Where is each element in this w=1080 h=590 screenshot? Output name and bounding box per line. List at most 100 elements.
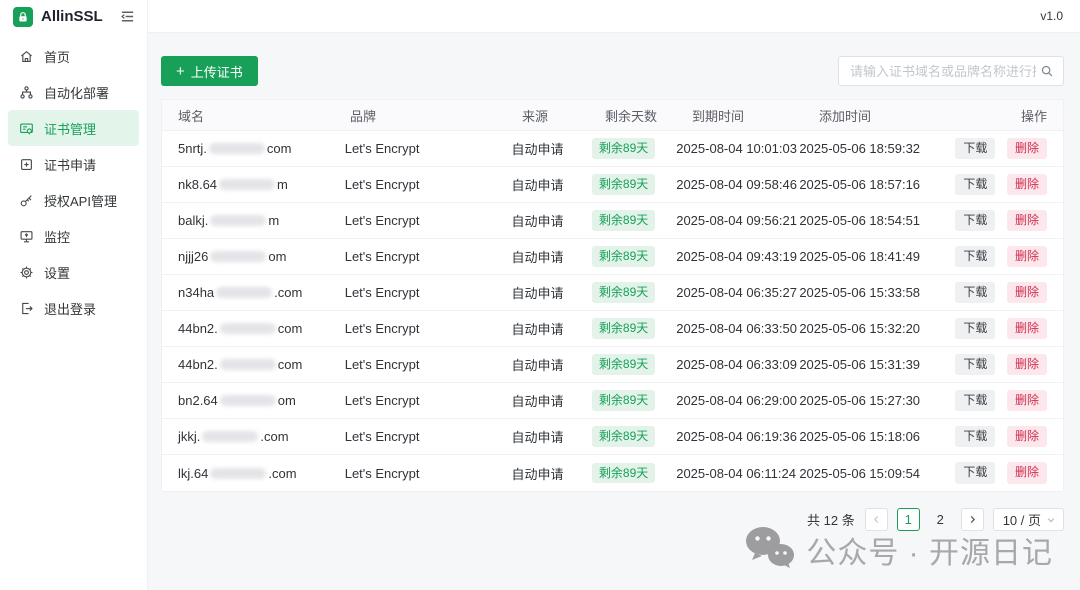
app-logo-lock-icon xyxy=(13,7,33,27)
sidebar-item-logout[interactable]: 退出登录 xyxy=(8,290,139,326)
watermark-text: 公众号 · 开源日记 xyxy=(806,528,1053,572)
domain-blur-patch xyxy=(219,179,275,190)
cell-source: 自动申请 xyxy=(511,247,591,266)
sidebar-item-home[interactable]: 首页 xyxy=(8,38,139,74)
cell-domain: nk8.64m xyxy=(162,177,345,192)
cell-brand: Let's Encrypt xyxy=(345,141,512,156)
logout-icon xyxy=(19,301,34,316)
cell-actions: 下载 删除 xyxy=(955,246,1063,267)
sidebar-item-cert-manage[interactable]: 证书管理 xyxy=(8,110,139,146)
table-row: 44bn2.com Let's Encrypt 自动申请 剩余89天 2025-… xyxy=(162,311,1063,347)
domain-prefix: 44bn2. xyxy=(178,357,218,372)
gear-icon xyxy=(19,265,34,280)
cell-source: 自动申请 xyxy=(511,175,591,194)
sidebar-menu: 首页 自动化部署 证书管理 证书申请 授权API管理 监控 设置 退出登录 xyxy=(0,33,147,326)
table-row: 44bn2.com Let's Encrypt 自动申请 剩余89天 2025-… xyxy=(162,347,1063,383)
cell-brand: Let's Encrypt xyxy=(345,213,512,228)
sidebar-item-monitor[interactable]: 监控 xyxy=(8,218,139,254)
cell-source: 自动申请 xyxy=(511,464,591,483)
domain-prefix: balkj. xyxy=(178,213,208,228)
domain-suffix: .com xyxy=(268,466,296,481)
cell-days-left: 剩余89天 xyxy=(592,426,676,446)
cell-actions: 下载 删除 xyxy=(955,210,1063,231)
cell-added-time: 2025-05-06 15:33:58 xyxy=(799,285,955,300)
col-expire-time: 到期时间 xyxy=(692,106,819,125)
sidebar-item-cert-apply[interactable]: 证书申请 xyxy=(8,146,139,182)
delete-button[interactable]: 删除 xyxy=(1007,246,1047,267)
download-button[interactable]: 下载 xyxy=(955,282,995,303)
days-left-badge: 剩余89天 xyxy=(592,282,655,302)
download-button[interactable]: 下载 xyxy=(955,138,995,159)
download-button[interactable]: 下载 xyxy=(955,426,995,447)
sidebar-item-label: 设置 xyxy=(44,263,70,282)
cell-domain: lkj.64 .com xyxy=(162,466,345,481)
cell-expire-time: 2025-08-04 06:33:09 xyxy=(676,357,799,372)
wechat-icon xyxy=(744,526,796,573)
cell-days-left: 剩余89天 xyxy=(592,390,676,410)
search-input[interactable] xyxy=(850,64,1036,79)
topbar: v1.0 xyxy=(148,0,1080,33)
download-button[interactable]: 下载 xyxy=(955,390,995,411)
download-button[interactable]: 下载 xyxy=(955,210,995,231)
download-button[interactable]: 下载 xyxy=(955,318,995,339)
cell-expire-time: 2025-08-04 06:33:50 xyxy=(676,321,799,336)
delete-button[interactable]: 删除 xyxy=(1007,138,1047,159)
cell-brand: Let's Encrypt xyxy=(345,177,512,192)
col-added-time: 添加时间 xyxy=(819,106,980,125)
table-row: lkj.64.com Let's Encrypt 自动申请 剩余89天 2025… xyxy=(162,455,1063,491)
delete-button[interactable]: 删除 xyxy=(1007,462,1047,483)
cell-domain: balkj.m xyxy=(162,213,345,228)
cell-days-left: 剩余89天 xyxy=(592,463,676,483)
cell-source: 自动申请 xyxy=(511,283,591,302)
days-left-badge: 剩余89天 xyxy=(592,463,655,483)
certificates-table: 域名 品牌 来源 剩余天数 到期时间 添加时间 操作 5nrtj.com Let… xyxy=(161,99,1064,492)
sidebar-item-label: 证书申请 xyxy=(44,155,96,174)
toolbar: + 上传证书 xyxy=(161,56,1064,86)
deploy-tree-icon xyxy=(19,85,34,100)
domain-blur-patch xyxy=(220,359,276,370)
delete-button[interactable]: 删除 xyxy=(1007,390,1047,411)
days-left-badge: 剩余89天 xyxy=(592,210,655,230)
key-icon xyxy=(19,193,34,208)
cell-brand: Let's Encrypt xyxy=(345,429,512,444)
table-row: nk8.64m Let's Encrypt 自动申请 剩余89天 2025-08… xyxy=(162,167,1063,203)
sidebar-collapse-icon[interactable] xyxy=(120,9,135,24)
download-button[interactable]: 下载 xyxy=(955,246,995,267)
delete-button[interactable]: 删除 xyxy=(1007,210,1047,231)
sidebar-item-label: 首页 xyxy=(44,47,70,66)
sidebar-item-api-manage[interactable]: 授权API管理 xyxy=(8,182,139,218)
delete-button[interactable]: 删除 xyxy=(1007,318,1047,339)
cell-domain: njjj26om xyxy=(162,249,345,264)
delete-button[interactable]: 删除 xyxy=(1007,174,1047,195)
domain-suffix: om xyxy=(268,249,286,264)
delete-button[interactable]: 删除 xyxy=(1007,354,1047,375)
cell-source: 自动申请 xyxy=(511,391,591,410)
domain-suffix: com xyxy=(267,141,292,156)
delete-button[interactable]: 删除 xyxy=(1007,426,1047,447)
col-domain: 域名 xyxy=(162,106,350,125)
certificate-icon xyxy=(19,121,34,136)
cell-actions: 下载 删除 xyxy=(955,390,1063,411)
sidebar-item-auto-deploy[interactable]: 自动化部署 xyxy=(8,74,139,110)
domain-prefix: bn2.64 xyxy=(178,393,218,408)
days-left-badge: 剩余89天 xyxy=(592,426,655,446)
cell-days-left: 剩余89天 xyxy=(592,282,676,302)
cell-brand: Let's Encrypt xyxy=(345,357,512,372)
download-button[interactable]: 下载 xyxy=(955,354,995,375)
upload-cert-button[interactable]: + 上传证书 xyxy=(161,56,258,86)
cell-added-time: 2025-05-06 18:41:49 xyxy=(799,249,955,264)
download-button[interactable]: 下载 xyxy=(955,174,995,195)
days-left-badge: 剩余89天 xyxy=(592,390,655,410)
domain-prefix: lkj.64 xyxy=(178,466,208,481)
search-icon[interactable] xyxy=(1040,64,1054,78)
download-button[interactable]: 下载 xyxy=(955,462,995,483)
cell-expire-time: 2025-08-04 06:11:24 xyxy=(676,466,799,481)
delete-button[interactable]: 删除 xyxy=(1007,282,1047,303)
main-area: v1.0 + 上传证书 域名 品牌 来源 剩余天数 到期时间 xyxy=(148,0,1080,590)
table-header: 域名 品牌 来源 剩余天数 到期时间 添加时间 操作 xyxy=(162,100,1063,131)
cell-source: 自动申请 xyxy=(511,139,591,158)
cell-expire-time: 2025-08-04 09:58:46 xyxy=(676,177,799,192)
content-area: + 上传证书 域名 品牌 来源 剩余天数 到期时间 添加时间 操作 xyxy=(148,33,1080,590)
cell-expire-time: 2025-08-04 06:29:00 xyxy=(676,393,799,408)
sidebar-item-settings[interactable]: 设置 xyxy=(8,254,139,290)
